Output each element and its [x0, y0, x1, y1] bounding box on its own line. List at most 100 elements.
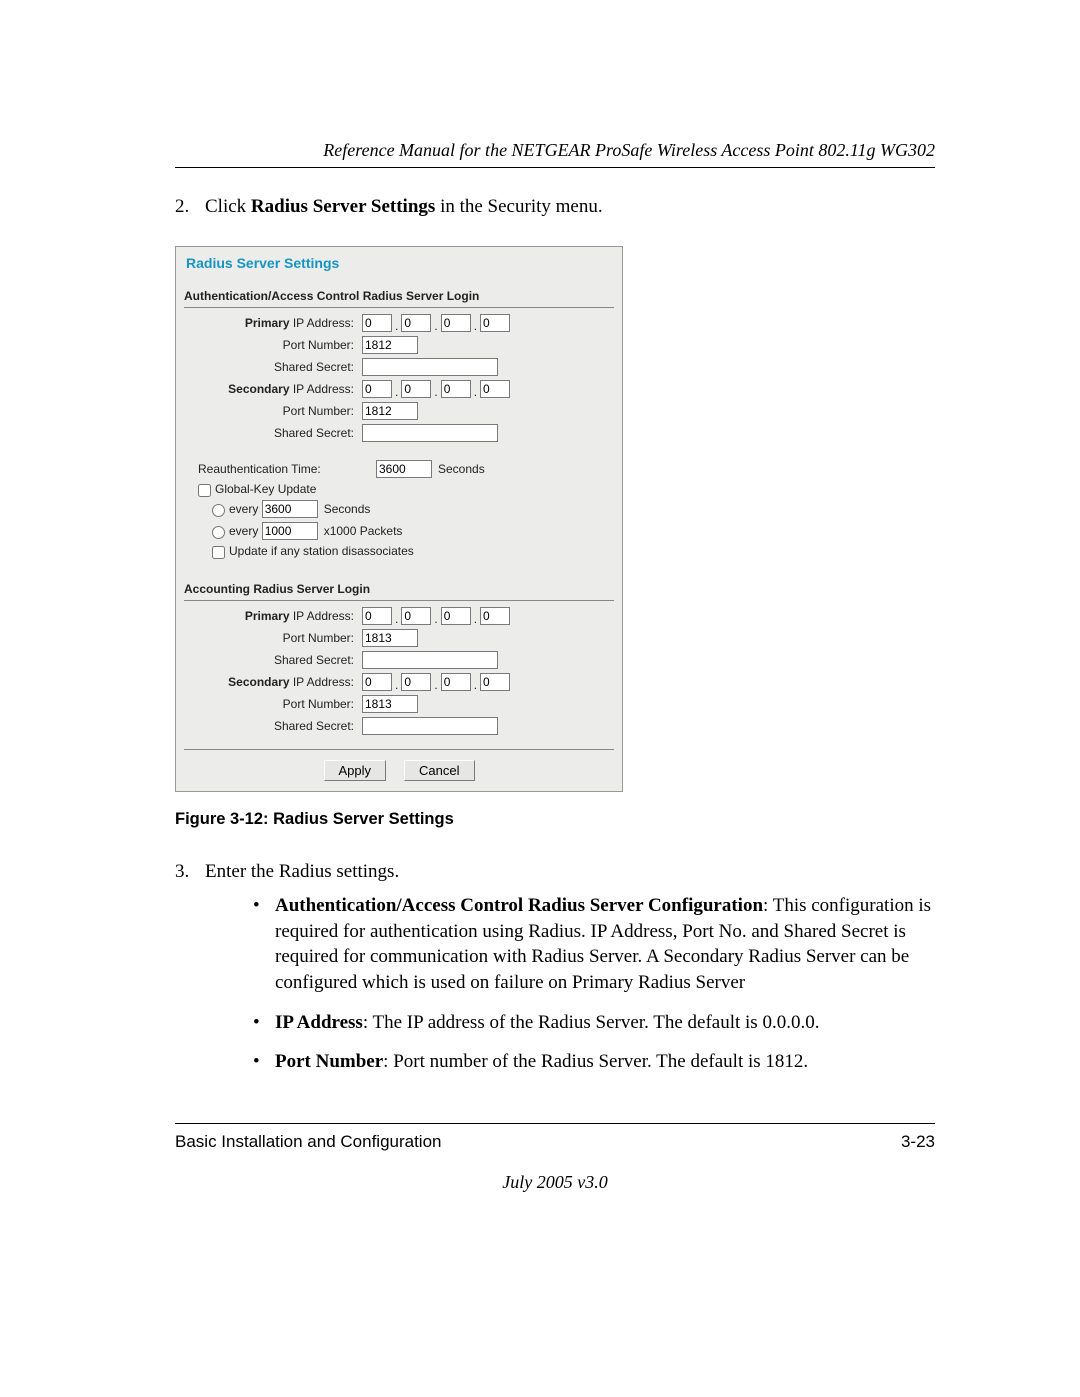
acct-primary-port-input[interactable] [362, 629, 418, 647]
globalkey-checkbox[interactable] [198, 484, 211, 497]
bullet-bold: Port Number [275, 1051, 383, 1072]
ip-dot: . [474, 678, 477, 692]
auth-secondary-port-input[interactable] [362, 402, 418, 420]
secondary-rest: IP Address: [290, 382, 354, 396]
primary-ip-label: Primary IP Address: [184, 316, 362, 330]
ip-dot: . [395, 612, 398, 626]
step-3-number: 3. [175, 861, 205, 1089]
bullet-bold: Authentication/Access Control Radius Ser… [275, 895, 763, 916]
auth-primary-ip-2[interactable] [401, 314, 431, 332]
ip-dot: . [474, 612, 477, 626]
step-2-number: 2. [175, 196, 205, 218]
ip-dot: . [434, 319, 437, 333]
auth-secondary-port-label: Port Number: [184, 404, 362, 418]
ip-dot: . [434, 385, 437, 399]
step-3: 3. Enter the Radius settings. Authentica… [175, 861, 935, 1089]
every-packets-radio[interactable] [212, 526, 225, 539]
acct-secondary-ip-4[interactable] [480, 673, 510, 691]
acct-secondary-port-label: Port Number: [184, 697, 362, 711]
acct-primary-ip-label: Primary IP Address: [184, 609, 362, 623]
secondary-ip-label: Secondary IP Address: [184, 382, 362, 396]
bullet-item: Authentication/Access Control Radius Ser… [253, 893, 935, 996]
secondary-bold: Secondary [228, 382, 289, 396]
every-packets-input[interactable] [262, 522, 318, 540]
ip-dot: . [474, 319, 477, 333]
acct-section-heading: Accounting Radius Server Login [184, 582, 614, 596]
auth-secondary-ip-4[interactable] [480, 380, 510, 398]
step-3-bullets: Authentication/Access Control Radius Ser… [253, 893, 935, 1075]
auth-primary-port-input[interactable] [362, 336, 418, 354]
figure-caption: Figure 3-12: Radius Server Settings [175, 810, 935, 829]
reauth-unit: Seconds [438, 462, 485, 476]
cancel-button[interactable]: Cancel [404, 760, 474, 781]
acct-primary-secret-input[interactable] [362, 651, 498, 669]
step-2-prefix: Click [205, 196, 251, 217]
acct-secondary-ip-3[interactable] [441, 673, 471, 691]
acct-secondary-secret-input[interactable] [362, 717, 498, 735]
auth-secondary-ip-1[interactable] [362, 380, 392, 398]
primary-bold: Primary [245, 316, 290, 330]
acct-primary-ip-3[interactable] [441, 607, 471, 625]
acct-primary-ip-4[interactable] [480, 607, 510, 625]
primary-rest: IP Address: [290, 316, 354, 330]
bullet-rest: : Port number of the Radius Server. The … [383, 1051, 808, 1072]
auth-secondary-ip-2[interactable] [401, 380, 431, 398]
panel-title: Radius Server Settings [186, 255, 614, 271]
acct-primary-ip-2[interactable] [401, 607, 431, 625]
primary-bold-2: Primary [245, 609, 290, 623]
auth-secondary-secret-input[interactable] [362, 424, 498, 442]
footer-left: Basic Installation and Configuration [175, 1132, 442, 1152]
bullet-item: IP Address: The IP address of the Radius… [253, 1010, 935, 1036]
reauth-input[interactable] [376, 460, 432, 478]
step-2-text: Click Radius Server Settings in the Secu… [205, 196, 935, 218]
auth-primary-ip-1[interactable] [362, 314, 392, 332]
divider [184, 600, 614, 601]
ip-dot: . [395, 319, 398, 333]
acct-secondary-ip-label: Secondary IP Address: [184, 675, 362, 689]
every-packets-unit: x1000 Packets [324, 524, 403, 538]
every-label-1: every [229, 502, 258, 516]
step-2-bold: Radius Server Settings [251, 196, 435, 217]
every-seconds-radio[interactable] [212, 504, 225, 517]
secondary-rest-2: IP Address: [290, 675, 354, 689]
acct-secondary-ip-1[interactable] [362, 673, 392, 691]
globalkey-label: Global-Key Update [215, 482, 316, 496]
acct-primary-port-label: Port Number: [184, 631, 362, 645]
reauth-label: Reauthentication Time: [184, 462, 376, 476]
ip-dot: . [395, 678, 398, 692]
bullet-bold: IP Address [275, 1012, 363, 1033]
apply-button[interactable]: Apply [324, 760, 387, 781]
acct-secondary-port-input[interactable] [362, 695, 418, 713]
acct-secondary-ip-2[interactable] [401, 673, 431, 691]
step-2-suffix: in the Security menu. [435, 196, 602, 217]
every-seconds-input[interactable] [262, 500, 318, 518]
footer-date: July 2005 v3.0 [175, 1172, 935, 1193]
bullet-rest: : The IP address of the Radius Server. T… [363, 1012, 820, 1033]
page-footer: Basic Installation and Configuration 3-2… [175, 1123, 935, 1193]
auth-secondary-ip-3[interactable] [441, 380, 471, 398]
every-seconds-unit: Seconds [324, 502, 371, 516]
bullet-item: Port Number: Port number of the Radius S… [253, 1049, 935, 1075]
footer-right: 3-23 [901, 1132, 935, 1152]
secondary-bold-2: Secondary [228, 675, 289, 689]
ip-dot: . [434, 678, 437, 692]
ip-dot: . [395, 385, 398, 399]
every-label-2: every [229, 524, 258, 538]
document-header: Reference Manual for the NETGEAR ProSafe… [175, 140, 935, 161]
step-3-text: Enter the Radius settings. [205, 861, 399, 882]
auth-primary-secret-input[interactable] [362, 358, 498, 376]
auth-primary-ip-3[interactable] [441, 314, 471, 332]
primary-rest-2: IP Address: [290, 609, 354, 623]
radius-settings-screenshot: Radius Server Settings Authentication/Ac… [175, 246, 623, 792]
auth-primary-secret-label: Shared Secret: [184, 360, 362, 374]
auth-primary-ip-4[interactable] [480, 314, 510, 332]
ip-dot: . [474, 385, 477, 399]
auth-section-heading: Authentication/Access Control Radius Ser… [184, 289, 614, 303]
update-disassoc-checkbox[interactable] [212, 546, 225, 559]
header-rule [175, 167, 935, 168]
divider [184, 307, 614, 308]
auth-primary-port-label: Port Number: [184, 338, 362, 352]
acct-primary-ip-1[interactable] [362, 607, 392, 625]
acct-secondary-secret-label: Shared Secret: [184, 719, 362, 733]
update-disassoc-label: Update if any station disassociates [229, 544, 414, 558]
